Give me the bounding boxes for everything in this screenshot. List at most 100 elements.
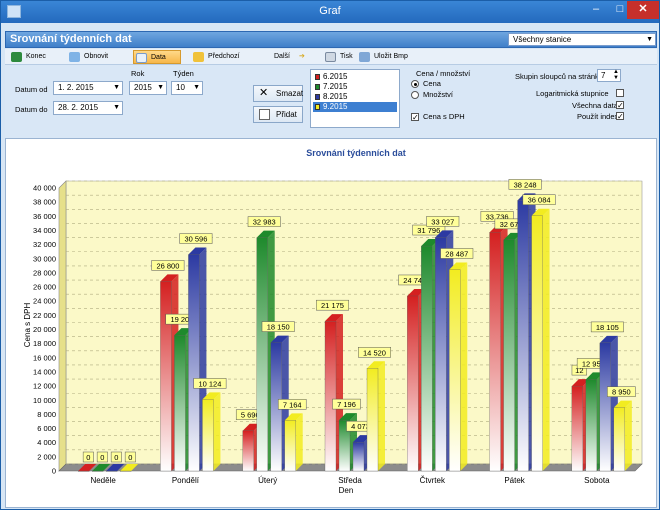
index-checkbox[interactable]: ✓ xyxy=(616,112,624,121)
skupin-spinner[interactable]: 7 ▲ ▼ xyxy=(597,69,621,82)
x-tick-label: Pátek xyxy=(504,476,525,485)
data-button[interactable]: Data xyxy=(133,50,181,64)
bar xyxy=(585,379,598,472)
dalsi-button[interactable]: Další ➔ xyxy=(257,50,315,64)
datum-od-field[interactable]: 1. 2. 2015 ▼ xyxy=(53,81,123,95)
bar xyxy=(435,237,447,472)
index-label: Použít index xyxy=(577,112,619,121)
bar xyxy=(284,420,296,472)
ulozit-bmp-button[interactable]: Uložit Bmp xyxy=(357,50,427,64)
spinner-arrows-icon: ▲ ▼ xyxy=(613,69,619,81)
toolbar: Konec Obnovit Data Předchozí Další ➔ Tis… xyxy=(5,49,657,65)
y-tick-label: 2 000 xyxy=(37,452,56,461)
rok-label: Rok xyxy=(131,69,145,78)
log-checkbox[interactable] xyxy=(616,89,624,97)
datum-do-label: Datum do xyxy=(15,105,48,114)
konec-label: Konec xyxy=(26,53,46,60)
page-header: Srovnání týdenních dat Všechny stanice ▼ xyxy=(5,31,657,48)
obnovit-button[interactable]: Obnovit xyxy=(67,50,119,64)
bar-side xyxy=(460,262,468,471)
data-label: 31 796 xyxy=(417,226,440,235)
bar xyxy=(489,232,501,472)
vsechna-checkbox[interactable]: ✓ xyxy=(616,101,624,110)
y-tick-label: 34 000 xyxy=(33,226,56,235)
mnozstvi-label: Množství xyxy=(423,90,454,99)
bar xyxy=(366,368,379,472)
y-tick-label: 28 000 xyxy=(33,268,56,277)
y-tick-label: 0 xyxy=(52,467,56,476)
datum-do-field[interactable]: 28. 2. 2015 ▼ xyxy=(53,101,123,115)
period-label: 9.2015 xyxy=(323,102,348,111)
minimize-button[interactable]: – xyxy=(583,1,609,19)
period-item[interactable]: 8.2015 xyxy=(313,92,397,102)
ulozit-label: Uložit Bmp xyxy=(374,53,408,60)
data-icon xyxy=(136,53,147,63)
x-tick-label: Neděle xyxy=(90,476,116,485)
period-label: 7.2015 xyxy=(323,82,348,91)
bar xyxy=(174,334,186,472)
cena-radio[interactable] xyxy=(411,80,419,88)
page-title: Srovnání týdenních dat xyxy=(10,33,132,45)
period-item-selected[interactable]: 9.2015 xyxy=(313,102,397,112)
period-label: 6.2015 xyxy=(323,72,348,81)
y-tick-label: 10 000 xyxy=(33,396,56,405)
data-label: 18 150 xyxy=(267,323,290,332)
mnozstvi-radio[interactable] xyxy=(411,91,419,99)
data-label: 30 596 xyxy=(184,235,207,244)
bar xyxy=(531,215,543,472)
y-tick-label: 22 000 xyxy=(33,311,56,320)
period-item[interactable]: 7.2015 xyxy=(313,82,397,92)
refresh-icon xyxy=(69,52,80,62)
data-label: 21 175 xyxy=(321,301,344,310)
close-button[interactable]: ✕ xyxy=(627,1,659,19)
bar-side xyxy=(378,361,385,471)
y-tick-label: 16 000 xyxy=(33,353,56,362)
y-tick-label: 20 000 xyxy=(33,325,56,334)
rok-value: 2015 xyxy=(134,83,152,92)
x-axis-title: Den xyxy=(339,486,354,495)
y-tick-label: 26 000 xyxy=(33,283,56,292)
cena-dph-label: Cena s DPH xyxy=(423,112,465,121)
tyden-label: Týden xyxy=(173,69,194,78)
data-label: 18 105 xyxy=(596,323,619,332)
y-tick-label: 38 000 xyxy=(33,198,56,207)
skupin-value: 7 xyxy=(601,71,606,80)
chart-left-wall xyxy=(58,180,67,472)
station-select[interactable]: Všechny stanice ▼ xyxy=(508,33,656,46)
chevron-down-icon: ▼ xyxy=(193,84,200,91)
x-tick-label: Pondělí xyxy=(172,476,200,485)
chevron-down-icon: ▼ xyxy=(113,84,120,91)
arrow-right-icon: ➔ xyxy=(299,53,305,60)
datum-od-value: 1. 2. 2015 xyxy=(58,83,94,92)
data-label: 8 950 xyxy=(612,388,631,397)
y-tick-label: 14 000 xyxy=(33,367,56,376)
bar xyxy=(324,321,337,472)
bar-side xyxy=(295,413,303,471)
y-tick-label: 30 000 xyxy=(33,254,56,263)
y-tick-label: 18 000 xyxy=(33,339,56,348)
cena-label: Cena xyxy=(423,79,441,88)
period-list[interactable]: 6.2015 7.2015 8.2015 9.2015 xyxy=(310,69,400,128)
cena-dph-checkbox[interactable]: ✓ xyxy=(411,113,419,122)
filter-panel: Datum od 1. 2. 2015 ▼ Datum do 28. 2. 20… xyxy=(5,65,657,139)
data-label: 38 248 xyxy=(514,180,537,189)
y-tick-label: 32 000 xyxy=(33,240,56,249)
smazat-button[interactable]: ✕ Smazat xyxy=(253,85,303,102)
data-label: 36 084 xyxy=(528,196,551,205)
window-title: Graf xyxy=(319,5,341,17)
tyden-select[interactable]: 10 ▼ xyxy=(171,81,203,95)
period-item[interactable]: 6.2015 xyxy=(313,72,397,82)
bar xyxy=(77,470,90,472)
konec-button[interactable]: Konec xyxy=(9,50,53,64)
predchozi-button[interactable]: Předchozí xyxy=(191,50,251,64)
data-label: Data xyxy=(151,54,166,61)
data-label: 7 164 xyxy=(283,400,302,409)
pridat-button[interactable]: Přidat xyxy=(253,106,303,123)
bar xyxy=(599,342,612,472)
predchozi-label: Předchozí xyxy=(208,53,240,60)
bar xyxy=(613,407,626,472)
rok-select[interactable]: 2015 ▼ xyxy=(129,81,167,95)
data-label: 7 196 xyxy=(337,400,356,409)
y-tick-label: 8 000 xyxy=(37,410,56,419)
dalsi-label: Další xyxy=(274,53,290,60)
